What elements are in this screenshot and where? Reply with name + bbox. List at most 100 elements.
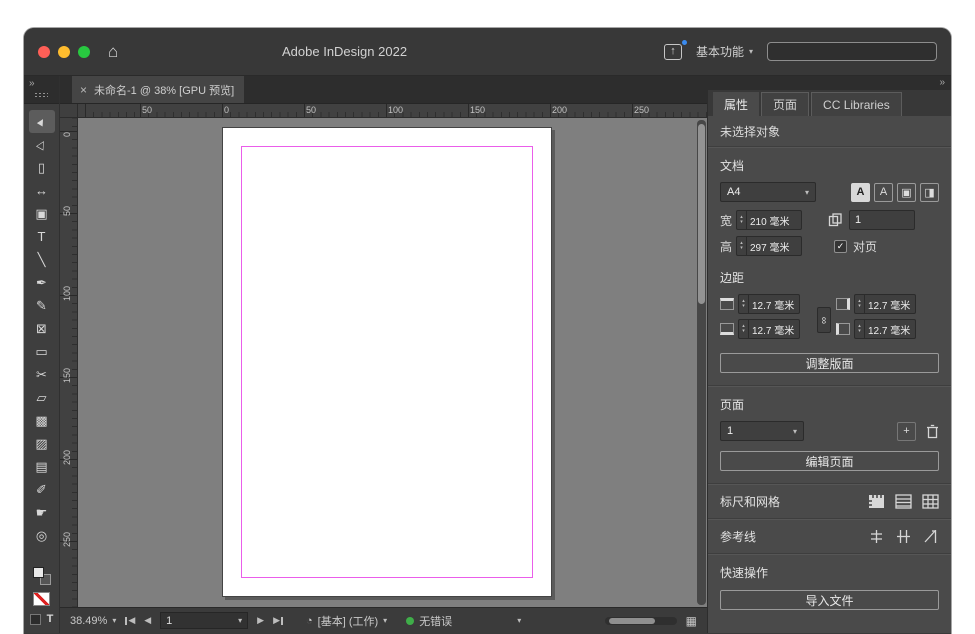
- add-page-icon[interactable]: +: [897, 421, 916, 441]
- color-theme-tool[interactable]: ✐: [29, 478, 55, 501]
- outside-margin-value: 12.7 毫米: [868, 325, 911, 337]
- horizontal-scrollbar-thumb[interactable]: [608, 617, 655, 624]
- note-tool[interactable]: ▤: [29, 455, 55, 478]
- close-document-icon[interactable]: ×: [80, 83, 87, 97]
- bleed-slug-icon[interactable]: ◨: [920, 182, 939, 202]
- pen-tool[interactable]: ✒: [29, 271, 55, 294]
- tab-cc-libraries[interactable]: CC Libraries: [811, 92, 902, 116]
- next-page-button[interactable]: ▶: [257, 615, 264, 626]
- edit-pages-button[interactable]: 编辑页面: [720, 451, 939, 471]
- apply-none-swatch[interactable]: [33, 592, 50, 606]
- chevron-down-icon[interactable]: ▾: [517, 616, 521, 625]
- preflight-menu[interactable]: ◔ [基本] (工作) ▾: [306, 613, 387, 629]
- tools-drag-grip[interactable]: [34, 92, 48, 98]
- delete-page-icon[interactable]: [926, 424, 939, 439]
- previous-page-button[interactable]: ◀: [144, 615, 151, 626]
- smart-guides-icon[interactable]: [922, 529, 939, 544]
- page-tool[interactable]: ▯: [29, 156, 55, 179]
- margins-section-label: 边距: [720, 271, 745, 285]
- vertical-ruler[interactable]: 0 50 100 150 200 250: [60, 118, 78, 607]
- bottom-margin-stepper[interactable]: ▴ ▾: [739, 320, 749, 338]
- tab-properties[interactable]: 属性: [713, 92, 760, 116]
- document-page[interactable]: [222, 127, 552, 597]
- pages-grid-icon[interactable]: ▦: [686, 614, 697, 628]
- landscape-orientation-icon[interactable]: A: [874, 182, 893, 202]
- width-value: 210 毫米: [750, 216, 790, 228]
- top-margin-field[interactable]: ▴ ▾ 12.7 毫米: [738, 294, 800, 314]
- outside-margin-stepper[interactable]: ▴ ▾: [855, 320, 865, 338]
- workspace-switcher[interactable]: 基本功能 ▾: [696, 43, 753, 60]
- content-collector-tool[interactable]: ▣: [29, 202, 55, 225]
- zoom-level-dropdown[interactable]: 38.49% ▾: [70, 615, 116, 627]
- facing-pages-label: 对页: [853, 239, 878, 254]
- width-field[interactable]: ▴ ▾ 210 毫米: [736, 210, 802, 230]
- page-size-preset-dropdown[interactable]: A4 ▾: [720, 182, 816, 202]
- chevron-down-icon: ▾: [383, 616, 388, 625]
- free-transform-tool[interactable]: ▱: [29, 386, 55, 409]
- show-guides-icon[interactable]: [868, 529, 885, 544]
- portrait-orientation-icon[interactable]: A: [851, 182, 870, 202]
- import-file-button[interactable]: 导入文件: [720, 590, 939, 610]
- pages-icon: [828, 213, 842, 227]
- page-count-field[interactable]: 1: [849, 210, 915, 230]
- lock-guides-icon[interactable]: [895, 529, 912, 544]
- outside-margin-field[interactable]: ▴ ▾ 12.7 毫米: [854, 319, 916, 339]
- bottom-margin-field[interactable]: ▴ ▾ 12.7 毫米: [738, 319, 800, 339]
- rectangle-frame-tool[interactable]: ⊠: [29, 317, 55, 340]
- preflight-status[interactable]: 无错误: [406, 613, 452, 629]
- top-margin-stepper[interactable]: ▴ ▾: [739, 295, 749, 313]
- link-margins-icon[interactable]: ∞: [817, 307, 831, 333]
- formatting-affects-container-icon[interactable]: [29, 613, 41, 625]
- height-value: 297 毫米: [750, 242, 790, 254]
- width-stepper[interactable]: ▴ ▾: [737, 211, 747, 229]
- collapse-panel-icon[interactable]: »: [939, 78, 945, 90]
- page-number-dropdown[interactable]: 1 ▾: [160, 612, 249, 629]
- pencil-tool[interactable]: ✎: [29, 294, 55, 317]
- direct-selection-tool[interactable]: ▷: [29, 133, 55, 156]
- current-page-dropdown[interactable]: 1 ▾: [720, 421, 804, 441]
- document-grid-icon[interactable]: [922, 493, 939, 509]
- horizontal-scrollbar[interactable]: [604, 616, 677, 625]
- facing-pages-checkbox[interactable]: ✓: [834, 239, 847, 253]
- vertical-scrollbar-thumb[interactable]: [698, 124, 705, 304]
- baseline-grid-icon[interactable]: [895, 493, 912, 509]
- gap-tool[interactable]: ↔: [29, 179, 55, 202]
- height-stepper[interactable]: ▴ ▾: [737, 237, 747, 255]
- minimize-window-button[interactable]: [58, 45, 70, 58]
- type-tool[interactable]: T: [29, 225, 55, 248]
- ruler-origin-corner[interactable]: [60, 104, 78, 118]
- preflight-profile-label: [基本] (工作): [317, 615, 379, 628]
- first-page-button[interactable]: ◀: [125, 615, 135, 626]
- rectangle-tool[interactable]: ▭: [29, 340, 55, 363]
- adjust-layout-button[interactable]: 调整版面: [720, 353, 939, 373]
- line-tool[interactable]: ╲: [29, 248, 55, 271]
- inside-margin-field[interactable]: ▴ ▾ 12.7 毫米: [854, 294, 916, 314]
- home-icon[interactable]: ⌂: [108, 42, 118, 62]
- pages-section-label: 页面: [720, 398, 745, 412]
- hand-tool[interactable]: ☛: [29, 501, 55, 524]
- horizontal-ruler[interactable]: 50 0 50 100 150 200 250: [78, 104, 707, 118]
- zoom-tool[interactable]: ◎: [29, 524, 55, 547]
- pasteboard[interactable]: [78, 118, 707, 607]
- inside-margin-stepper[interactable]: ▴ ▾: [855, 295, 865, 313]
- scissors-tool[interactable]: ✂: [29, 363, 55, 386]
- pen-tool-icon: ✒: [36, 274, 47, 290]
- search-input[interactable]: [767, 42, 937, 61]
- gradient-feather-tool[interactable]: ▨: [29, 432, 55, 455]
- share-icon[interactable]: ↑: [663, 39, 687, 60]
- close-window-button[interactable]: [38, 45, 50, 58]
- fill-stroke-proxy[interactable]: [32, 567, 51, 585]
- height-field[interactable]: ▴ ▾ 297 毫米: [736, 236, 802, 256]
- last-page-button[interactable]: ▶: [273, 615, 284, 626]
- zoom-window-button[interactable]: [78, 45, 90, 58]
- h-ruler-label: 200: [552, 105, 568, 115]
- margins-columns-icon[interactable]: ▣: [897, 182, 916, 202]
- gradient-swatch-tool[interactable]: ▩: [29, 409, 55, 432]
- selection-tool[interactable]: ►: [28, 110, 55, 133]
- vertical-scrollbar[interactable]: [697, 120, 706, 605]
- collapse-tools-icon[interactable]: »: [29, 79, 59, 89]
- tab-pages[interactable]: 页面: [761, 92, 810, 116]
- document-tab[interactable]: × 未命名-1 @ 38% [GPU 预览]: [72, 76, 244, 103]
- show-rulers-icon[interactable]: [868, 494, 885, 509]
- formatting-affects-text-icon[interactable]: T: [47, 613, 54, 625]
